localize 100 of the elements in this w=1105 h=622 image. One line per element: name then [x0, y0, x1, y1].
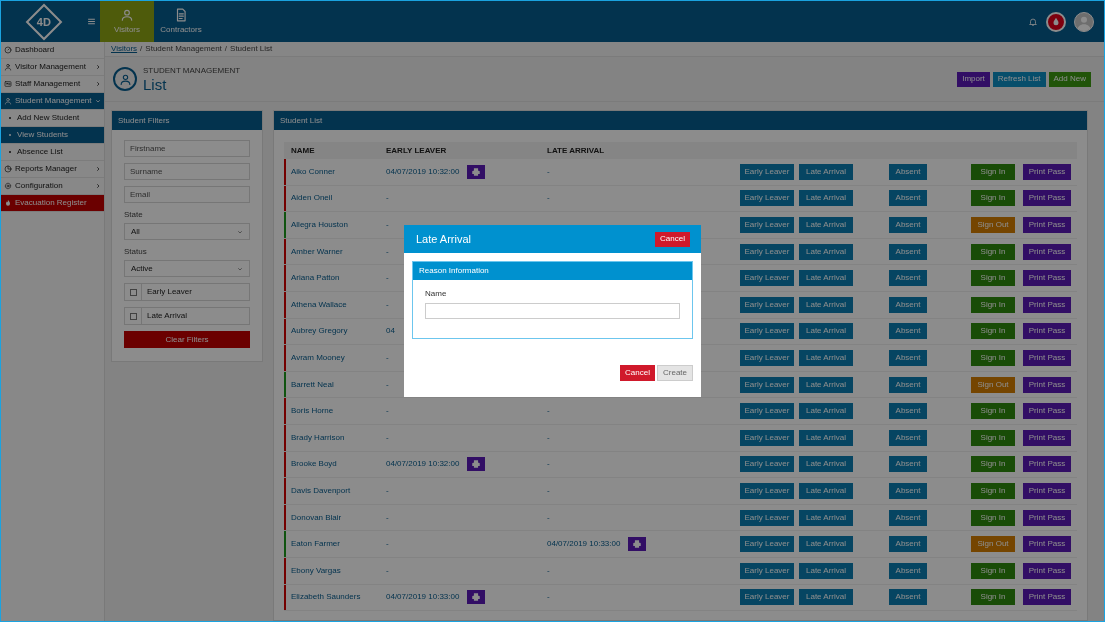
- row-action-button[interactable]: Early Leaver: [740, 217, 794, 233]
- filter-field[interactable]: Email: [124, 186, 250, 203]
- row-action-button[interactable]: Sign In: [971, 429, 1015, 446]
- student-name-link[interactable]: Brady Harrison: [286, 431, 386, 444]
- row-action-button[interactable]: Late Arrival: [799, 217, 853, 233]
- row-action-button[interactable]: Early Leaver: [740, 296, 794, 313]
- row-action-button[interactable]: Late Arrival: [799, 270, 853, 287]
- action-button[interactable]: Import: [957, 71, 990, 87]
- student-name-link[interactable]: Avram Mooney: [286, 351, 386, 364]
- student-name-link[interactable]: Amber Warner: [286, 245, 386, 258]
- filter-select[interactable]: Active: [124, 260, 250, 277]
- row-action-button[interactable]: Late Arrival: [799, 349, 853, 366]
- menu-icon[interactable]: [87, 17, 96, 26]
- filter-select[interactable]: All: [124, 223, 250, 240]
- row-action-button[interactable]: Print Pass: [1023, 562, 1071, 579]
- row-action-button[interactable]: Print Pass: [1023, 163, 1071, 180]
- row-action-button[interactable]: Sign In: [971, 509, 1015, 526]
- sidebar-item[interactable]: Visitor Management: [1, 59, 104, 76]
- row-action-button[interactable]: Sign In: [971, 163, 1015, 180]
- row-action-button[interactable]: Absent: [889, 243, 927, 260]
- row-action-button[interactable]: Sign In: [971, 349, 1015, 366]
- row-action-button[interactable]: Absent: [889, 376, 927, 393]
- header-tab[interactable]: Contractors: [154, 1, 208, 42]
- row-action-button[interactable]: Late Arrival: [799, 562, 853, 579]
- student-name-link[interactable]: Elizabeth Saunders: [286, 591, 386, 604]
- row-action-button[interactable]: Print Pass: [1023, 509, 1071, 526]
- row-action-button[interactable]: Print Pass: [1023, 270, 1071, 287]
- row-action-button[interactable]: Sign In: [971, 270, 1015, 287]
- row-action-button[interactable]: Early Leaver: [740, 482, 794, 499]
- checkbox[interactable]: [129, 288, 137, 296]
- avatar[interactable]: [1074, 11, 1094, 32]
- row-action-button[interactable]: Print Pass: [1023, 403, 1071, 420]
- row-action-button[interactable]: Print Pass: [1023, 429, 1071, 446]
- row-action-button[interactable]: Late Arrival: [799, 589, 853, 606]
- action-button[interactable]: Add New: [1048, 71, 1091, 87]
- filter-field[interactable]: Firstname: [124, 140, 250, 157]
- student-name-link[interactable]: Aiden Oneil: [286, 192, 386, 205]
- row-action-button[interactable]: Absent: [889, 190, 927, 207]
- alert-badge[interactable]: [1046, 11, 1066, 32]
- row-action-button[interactable]: Sign In: [971, 562, 1015, 579]
- clear-filters-button[interactable]: Clear Filters: [124, 331, 250, 348]
- sidebar-item[interactable]: Reports Manager: [1, 161, 104, 178]
- student-name-link[interactable]: Athena Wallace: [286, 298, 386, 311]
- row-action-button[interactable]: Sign In: [971, 323, 1015, 340]
- row-action-button[interactable]: Early Leaver: [740, 323, 794, 340]
- action-button[interactable]: Refresh List: [992, 71, 1046, 87]
- row-action-button[interactable]: Sign In: [971, 190, 1015, 207]
- row-action-button[interactable]: Early Leaver: [740, 163, 794, 180]
- student-name-link[interactable]: Aiko Conner: [286, 165, 386, 178]
- sidebar-subitem[interactable]: View Students: [1, 127, 104, 144]
- filter-field[interactable]: Surname: [124, 163, 250, 180]
- row-action-button[interactable]: Early Leaver: [740, 456, 794, 473]
- row-action-button[interactable]: Early Leaver: [740, 349, 794, 366]
- row-action-button[interactable]: Print Pass: [1023, 376, 1071, 393]
- breadcrumb-link[interactable]: Visitors: [111, 43, 138, 55]
- row-action-button[interactable]: Late Arrival: [799, 403, 853, 420]
- row-action-button[interactable]: Late Arrival: [799, 456, 853, 473]
- row-action-button[interactable]: Late Arrival: [799, 376, 853, 393]
- row-action-button[interactable]: Print Pass: [1023, 190, 1071, 207]
- row-action-button[interactable]: Print Pass: [1023, 296, 1071, 313]
- row-action-button[interactable]: Sign In: [971, 296, 1015, 313]
- sidebar-item[interactable]: Dashboard: [1, 42, 104, 59]
- row-action-button[interactable]: Absent: [889, 509, 927, 526]
- row-action-button[interactable]: Sign In: [971, 456, 1015, 473]
- row-action-button[interactable]: Early Leaver: [740, 429, 794, 446]
- checkbox[interactable]: [129, 312, 137, 320]
- row-action-button[interactable]: Absent: [889, 217, 927, 233]
- sidebar-item[interactable]: Evacuation Register: [1, 195, 104, 212]
- row-action-button[interactable]: Absent: [889, 456, 927, 473]
- student-name-link[interactable]: Allegra Houston: [286, 219, 386, 231]
- row-action-button[interactable]: Absent: [889, 163, 927, 180]
- row-action-button[interactable]: Late Arrival: [799, 296, 853, 313]
- student-name-link[interactable]: Eaton Farmer: [286, 538, 386, 551]
- row-action-button[interactable]: Print Pass: [1023, 536, 1071, 553]
- row-action-button[interactable]: Early Leaver: [740, 589, 794, 606]
- row-action-button[interactable]: Sign Out: [971, 376, 1015, 393]
- row-action-button[interactable]: Late Arrival: [799, 509, 853, 526]
- bell-icon[interactable]: [1028, 16, 1038, 27]
- row-action-button[interactable]: Absent: [889, 589, 927, 606]
- print-button[interactable]: [467, 164, 486, 179]
- row-action-button[interactable]: Sign In: [971, 482, 1015, 499]
- row-action-button[interactable]: Print Pass: [1023, 323, 1071, 340]
- student-name-link[interactable]: Ariana Patton: [286, 272, 386, 285]
- sidebar-subitem[interactable]: Absence List: [1, 144, 104, 161]
- modal-button[interactable]: Cancel: [620, 365, 655, 381]
- student-name-link[interactable]: Donovan Blair: [286, 511, 386, 524]
- row-action-button[interactable]: Absent: [889, 323, 927, 340]
- row-action-button[interactable]: Early Leaver: [740, 403, 794, 420]
- row-action-button[interactable]: Print Pass: [1023, 456, 1071, 473]
- print-button[interactable]: [467, 590, 486, 605]
- row-action-button[interactable]: Late Arrival: [799, 243, 853, 260]
- row-action-button[interactable]: Absent: [889, 403, 927, 420]
- student-name-link[interactable]: Boris Horne: [286, 405, 386, 418]
- row-action-button[interactable]: Late Arrival: [799, 429, 853, 446]
- row-action-button[interactable]: Absent: [889, 296, 927, 313]
- student-name-link[interactable]: Ebony Vargas: [286, 564, 386, 577]
- row-action-button[interactable]: Sign Out: [971, 217, 1015, 233]
- row-action-button[interactable]: Early Leaver: [740, 243, 794, 260]
- student-name-link[interactable]: Barrett Neal: [286, 378, 386, 391]
- header-tab[interactable]: Visitors: [100, 1, 154, 42]
